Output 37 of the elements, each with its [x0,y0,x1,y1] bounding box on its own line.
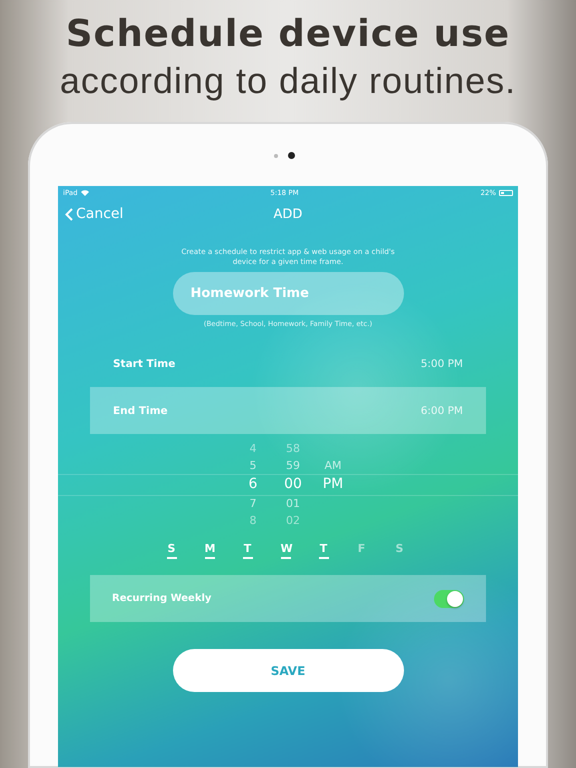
day-toggle[interactable]: W [280,542,290,559]
time-row[interactable]: Start Time 5:00 PM [90,340,486,387]
picker-item[interactable]: AM [324,457,342,474]
day-toggle[interactable]: S [166,542,176,559]
chevron-left-icon [65,208,73,220]
day-toggle[interactable]: S [394,542,404,559]
time-label: Start Time [113,358,176,370]
screen-title: ADD [274,206,302,222]
time-value: 5:00 PM [420,358,463,370]
recurring-label: Recurring Weekly [112,593,212,604]
day-toggle[interactable]: T [242,542,252,559]
wifi-icon [80,190,89,196]
picker-item[interactable]: 5 [250,457,256,474]
battery-icon [499,190,513,196]
picker-item[interactable]: 6 [248,474,258,495]
headline-title: Schedule device use [64,11,512,57]
save-button[interactable]: SAVE [172,649,404,692]
time-value: 6:00 PM [420,404,463,416]
picker-item[interactable]: 4 [250,440,256,457]
name-input-field[interactable]: Homework Time [172,272,404,315]
camera-icon [274,152,294,159]
picker-item[interactable]: 7 [250,495,256,512]
headline-subtitle: according to daily routines. [58,59,518,103]
picker-item[interactable]: 02 [286,512,300,529]
time-row[interactable]: End Time 6:00 PM [90,387,486,434]
toggle-switch[interactable] [434,590,464,608]
day-toggle[interactable]: T [318,542,328,559]
picker-item[interactable]: 00 [284,474,302,495]
time-label: End Time [113,404,168,416]
picker-item[interactable]: 58 [286,440,300,457]
picker-item[interactable]: 8 [250,512,256,529]
cancel-button[interactable]: Cancel [65,206,124,222]
day-toggle[interactable]: M [204,542,214,559]
day-toggle[interactable]: F [356,542,366,559]
picker-item[interactable]: PM [322,474,344,495]
picker-item[interactable]: 59 [286,457,300,474]
picker-item[interactable]: 01 [286,495,300,512]
